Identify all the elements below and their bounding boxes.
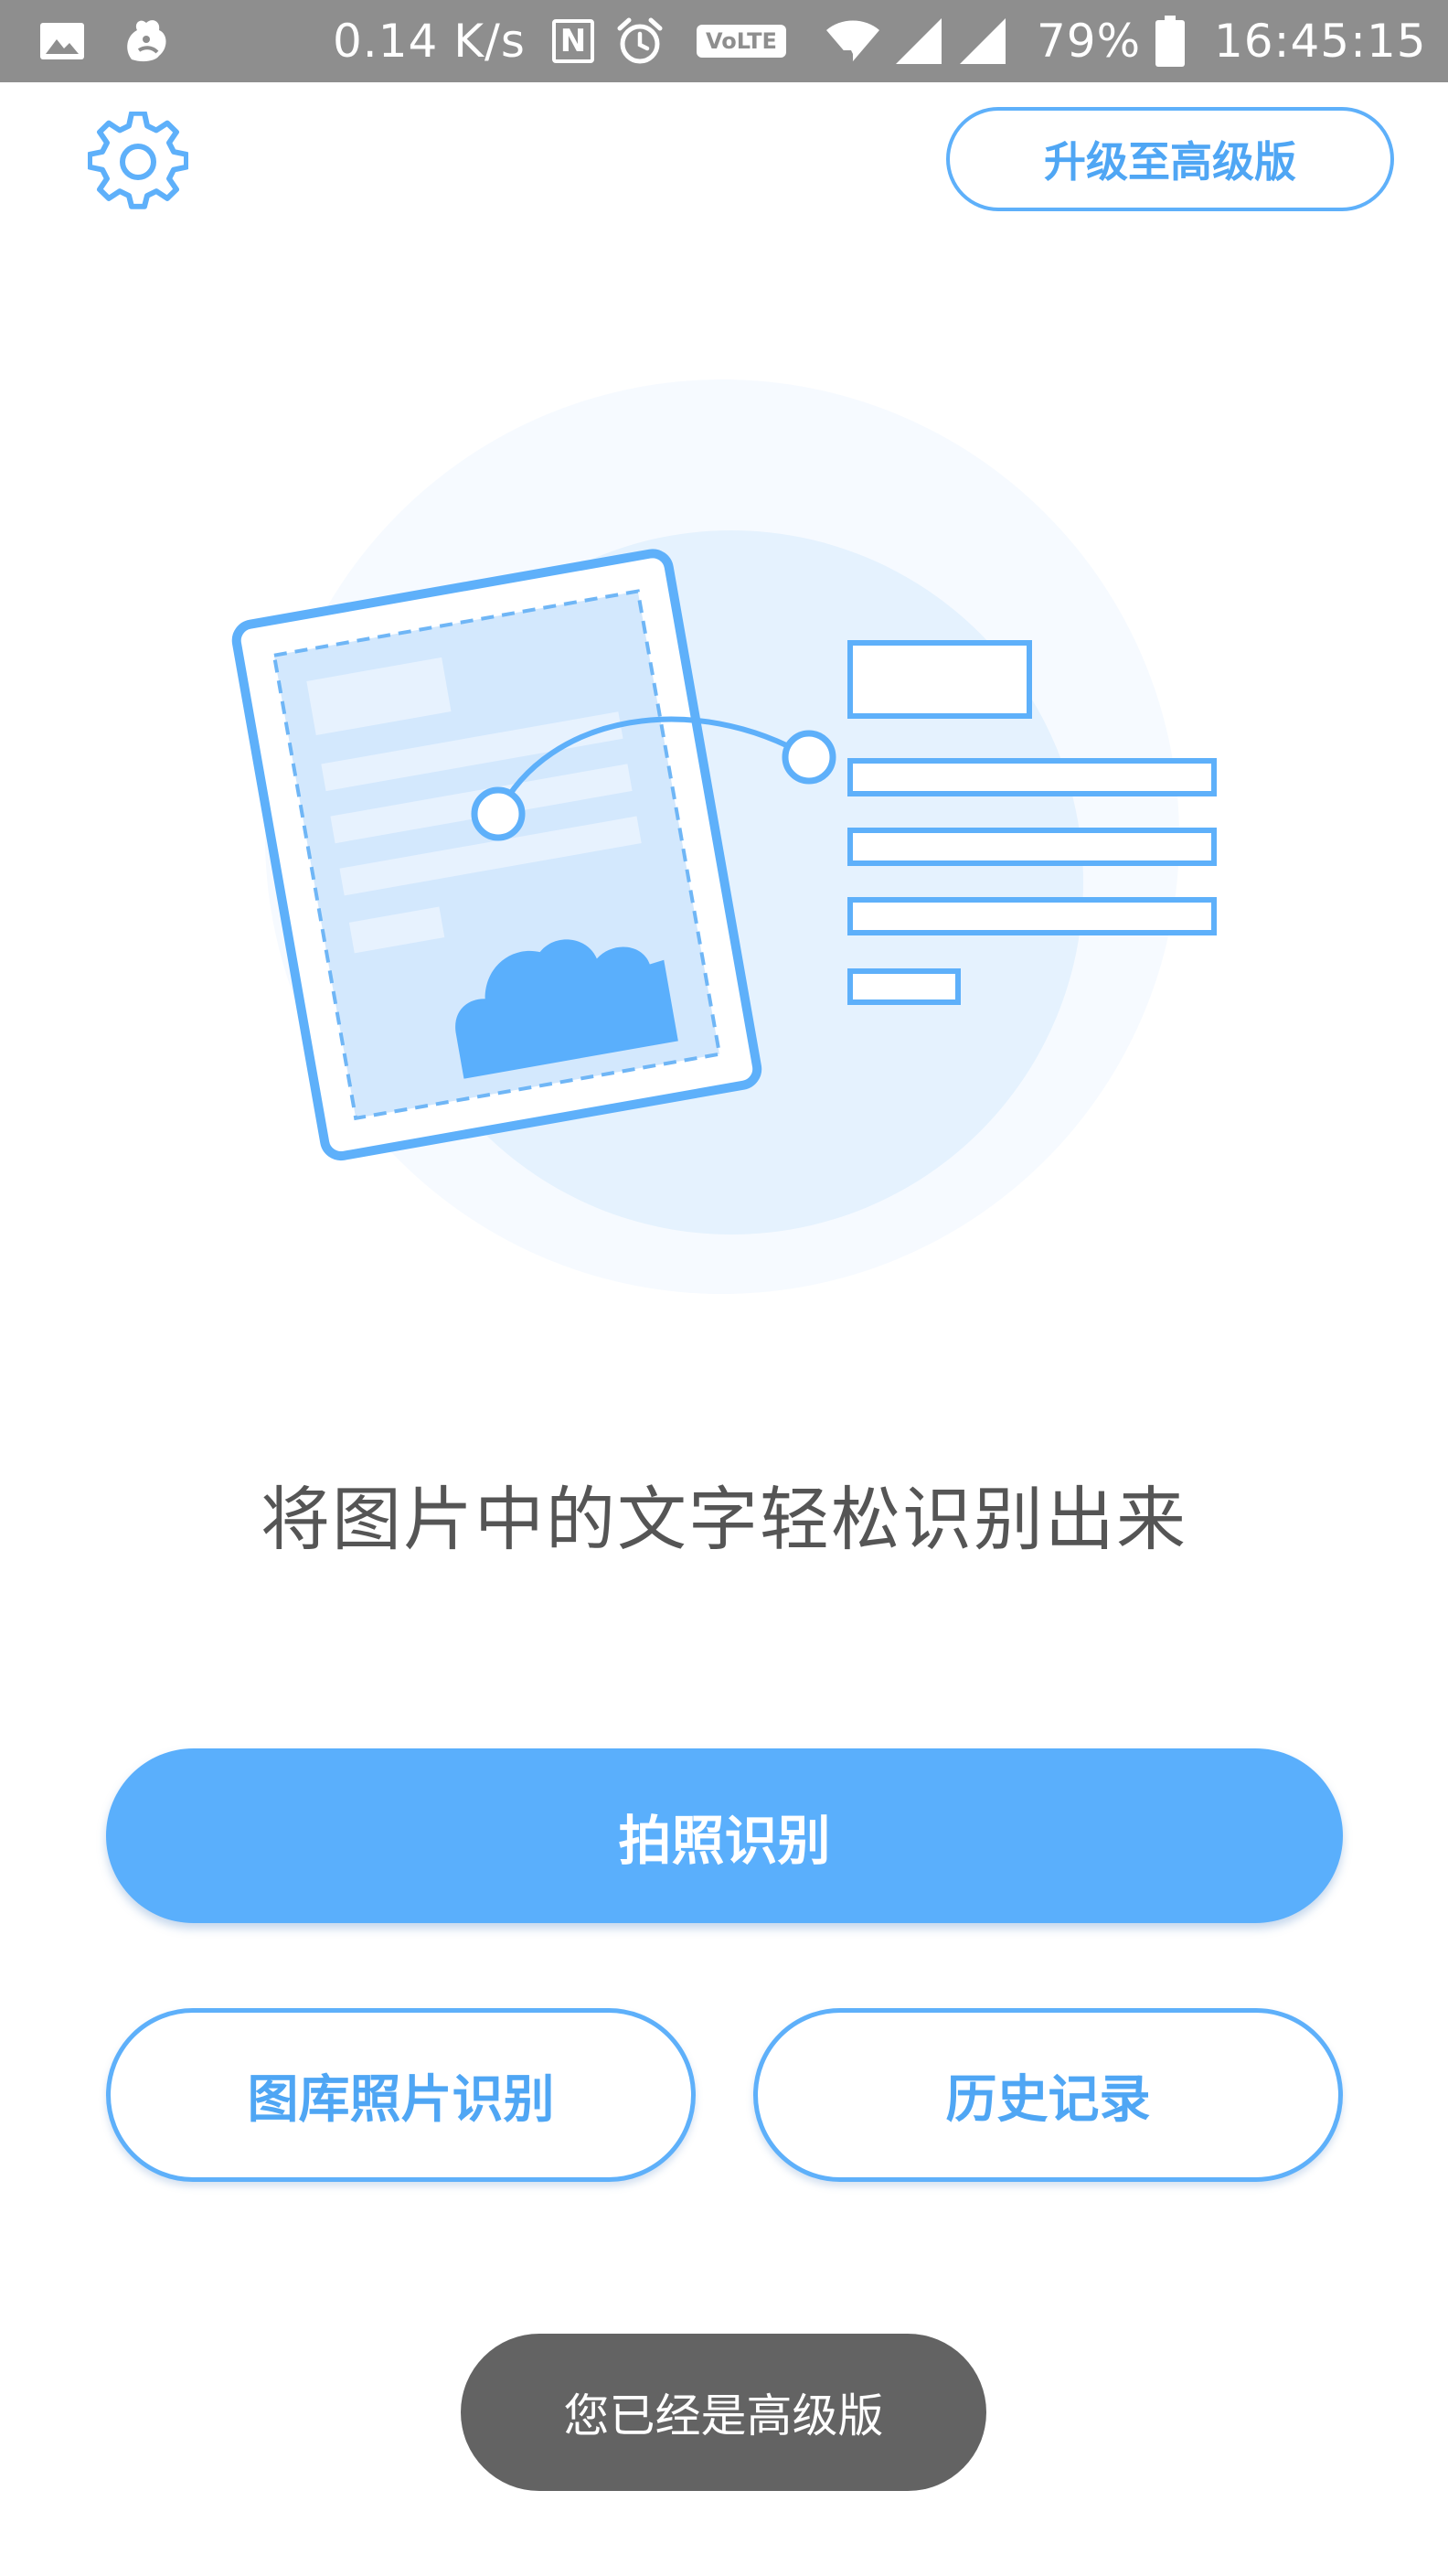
- nfc-icon: N: [552, 19, 594, 63]
- settings-button[interactable]: [87, 110, 189, 212]
- history-button[interactable]: 历史记录: [753, 2008, 1343, 2182]
- battery-icon: [1155, 0, 1185, 82]
- alarm-icon: [614, 0, 665, 82]
- volte-icon: VoLTE: [697, 25, 786, 58]
- document-to-text-icon: [0, 347, 1448, 1335]
- net-speed: 0.14 K/s: [333, 15, 526, 68]
- status-bar: 0.14 K/s N VoLTE 79% 16:45:15: [0, 0, 1448, 82]
- clock-time: 16:45:15: [1214, 15, 1427, 68]
- toast-message: 您已经是高级版: [461, 2334, 986, 2491]
- headline: 将图片中的文字轻松识别出来: [261, 1479, 1187, 1560]
- signal-icon: [958, 0, 1007, 82]
- gear-icon: [87, 110, 189, 209]
- gallery-recognize-button[interactable]: 图库照片识别: [106, 2008, 696, 2182]
- battery-percent: 79%: [1037, 15, 1142, 68]
- squirrel-app-icon: [119, 0, 174, 82]
- signal-icon: [894, 0, 943, 82]
- camera-recognize-button[interactable]: 拍照识别: [106, 1748, 1343, 1923]
- gallery-icon: [40, 0, 84, 82]
- wifi-icon: [825, 0, 881, 82]
- upgrade-premium-button[interactable]: 升级至高级版: [946, 107, 1394, 211]
